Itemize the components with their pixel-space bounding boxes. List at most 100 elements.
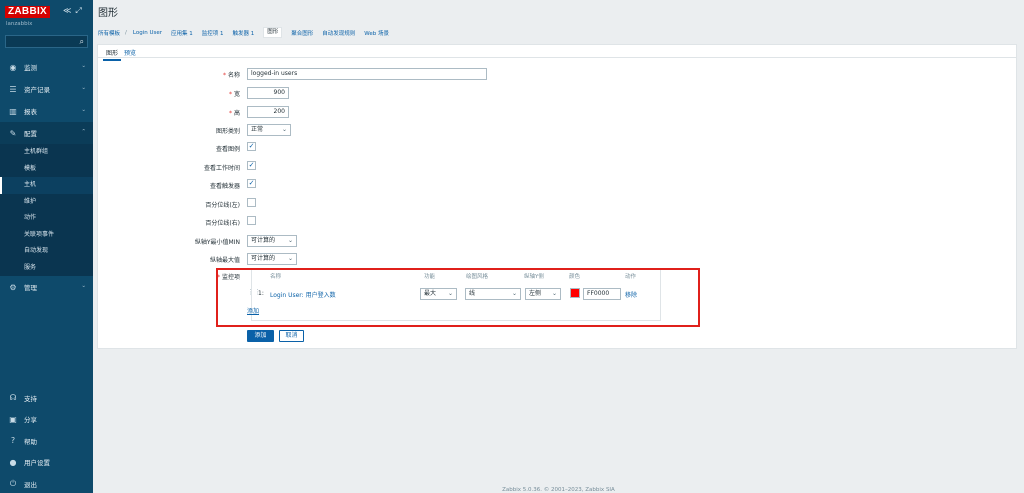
show-working-time-checkbox[interactable]: ✓ xyxy=(247,161,256,170)
cancel-button[interactable]: 取消 xyxy=(279,330,304,342)
menu-item-share[interactable]: ▣ 分享 xyxy=(0,409,93,431)
graph-type-select[interactable]: 正常 ⌄ xyxy=(247,124,291,136)
required-marker: * xyxy=(222,72,226,79)
menu-label: 配置 xyxy=(24,130,37,138)
y-max-value: 可计算的 xyxy=(251,255,276,262)
share-icon: ▣ xyxy=(9,414,17,424)
breadcrumb-graphs[interactable]: 图形 xyxy=(263,27,283,38)
graph-type-label: 图形类别 xyxy=(215,128,240,135)
menu-label: 监测 xyxy=(24,64,37,72)
menu-item-user-settings[interactable]: ● 用户设置 xyxy=(0,452,93,474)
percentile-right-label: 百分位线(右) xyxy=(205,220,240,227)
submenu-services[interactable]: 服务 xyxy=(0,260,93,277)
menu-item-configuration[interactable]: ✎ 配置 ⌃ xyxy=(0,122,93,144)
submenu-templates[interactable]: 模板 xyxy=(0,161,93,178)
breadcrumb-items[interactable]: 监控项 1 xyxy=(202,29,224,37)
show-legend-checkbox[interactable]: ✓ xyxy=(247,142,256,151)
breadcrumb-screens[interactable]: 聚合图形 xyxy=(291,29,313,37)
menu-label: 分享 xyxy=(24,416,37,425)
breadcrumb-applications[interactable]: 应用集 1 xyxy=(171,29,193,37)
percentile-left-label: 百分位线(左) xyxy=(205,202,240,209)
percentile-left-checkbox[interactable] xyxy=(247,198,256,207)
kiosk-mode-icon[interactable]: ⤢ xyxy=(75,6,81,16)
menu-label: 支持 xyxy=(24,394,37,403)
tab-graph[interactable]: 图形 xyxy=(103,46,122,61)
y-min-label: 纵轴Y最小值MIN xyxy=(194,239,240,246)
menu-label: 资产记录 xyxy=(24,86,50,94)
submenu-discovery[interactable]: 自动发现 xyxy=(0,243,93,260)
search-icon[interactable]: ⌕ xyxy=(80,37,84,47)
chart-icon: ▥ xyxy=(9,106,17,116)
submenu-event-correlation[interactable]: 关联项事件 xyxy=(0,227,93,244)
width-input[interactable]: 900 xyxy=(247,87,289,99)
bottom-menu: ☊ 支持 ▣ 分享 ? 帮助 ● 用户设置 ⏻ 退出 xyxy=(0,387,93,493)
form-tabs: 图形 预览 xyxy=(103,46,139,61)
show-working-time-label: 查看工作时间 xyxy=(203,165,240,172)
add-button[interactable]: 添加 xyxy=(247,330,274,342)
submenu-host-groups[interactable]: 主机群组 xyxy=(0,144,93,161)
chevron-down-icon: ⌄ xyxy=(81,63,86,69)
chevron-down-icon: ⌄ xyxy=(281,126,287,133)
sidebar-controls: ≪ ⤢ xyxy=(63,6,82,16)
help-icon: ? xyxy=(10,436,16,446)
submenu-hosts[interactable]: 主机 xyxy=(0,177,93,194)
main-menu: ◉ 监测 ⌄ ☰ 资产记录 ⌄ ▥ 报表 ⌄ ✎ 配置 ⌃ 主机群组 模板 主机… xyxy=(0,56,93,298)
breadcrumb-web-scenarios[interactable]: Web 场景 xyxy=(364,29,389,37)
eye-icon: ◉ xyxy=(9,62,17,72)
menu-label: 帮助 xyxy=(24,437,37,446)
menu-item-help[interactable]: ? 帮助 xyxy=(0,430,93,452)
gear-icon: ⚙ xyxy=(9,282,17,292)
chevron-down-icon: ⌄ xyxy=(287,237,293,244)
page-title: 图形 xyxy=(98,8,118,19)
menu-item-administration[interactable]: ⚙ 管理 ⌄ xyxy=(0,276,93,298)
sidebar-search-input[interactable]: ⌕ xyxy=(5,35,88,48)
chevron-down-icon: ⌄ xyxy=(81,85,86,91)
name-label: * 名称 xyxy=(222,72,240,79)
menu-item-reports[interactable]: ▥ 报表 ⌄ xyxy=(0,100,93,122)
headset-icon: ☊ xyxy=(9,393,17,403)
server-name: lanzabbix xyxy=(6,21,33,27)
breadcrumb-triggers[interactable]: 触发器 1 xyxy=(233,29,255,37)
menu-item-monitoring[interactable]: ◉ 监测 ⌄ xyxy=(0,56,93,78)
show-triggers-checkbox[interactable]: ✓ xyxy=(247,179,256,188)
footer: Zabbix 5.0.36. © 2001–2023, Zabbix SIA xyxy=(502,487,615,493)
breadcrumb: 所有模板 / Login User 应用集 1 监控项 1 触发器 1 图形 聚… xyxy=(98,27,398,38)
menu-label: 报表 xyxy=(24,108,37,116)
menu-item-support[interactable]: ☊ 支持 xyxy=(0,387,93,409)
show-triggers-label: 查看触发器 xyxy=(209,183,240,190)
chevron-up-icon: ⌃ xyxy=(81,129,86,135)
graph-type-value: 正常 xyxy=(251,126,264,133)
breadcrumb-all-templates[interactable]: 所有模板 xyxy=(98,29,120,37)
submenu-actions[interactable]: 动作 xyxy=(0,210,93,227)
collapse-sidebar-icon[interactable]: ≪ xyxy=(63,6,71,16)
menu-label: 退出 xyxy=(24,480,37,489)
height-input[interactable]: 200 xyxy=(247,106,289,118)
breadcrumb-template[interactable]: Login User xyxy=(133,30,162,36)
sidebar: ZABBIX ≪ ⤢ lanzabbix ⌕ ◉ 监测 ⌄ ☰ 资产记录 ⌄ ▥… xyxy=(0,0,93,493)
submenu-maintenance[interactable]: 维护 xyxy=(0,194,93,211)
y-max-label: 纵轴最大值 xyxy=(209,257,240,264)
tab-preview[interactable]: 预览 xyxy=(121,46,139,61)
y-min-select[interactable]: 可计算的 ⌄ xyxy=(247,235,297,247)
name-input[interactable]: logged-in users xyxy=(247,68,487,80)
wrench-icon: ✎ xyxy=(9,128,17,138)
power-icon: ⏻ xyxy=(9,478,17,488)
menu-label: 管理 xyxy=(24,284,37,292)
breadcrumb-discovery-rules[interactable]: 自动发现规则 xyxy=(322,29,355,37)
menu-item-inventory[interactable]: ☰ 资产记录 ⌄ xyxy=(0,78,93,100)
list-icon: ☰ xyxy=(9,84,17,94)
chevron-down-icon: ⌄ xyxy=(81,283,86,289)
main-content: 图形 所有模板 / Login User 应用集 1 监控项 1 触发器 1 图… xyxy=(93,0,1024,493)
menu-item-signout[interactable]: ⏻ 退出 xyxy=(0,473,93,493)
configuration-submenu: 主机群组 模板 主机 维护 动作 关联项事件 自动发现 服务 xyxy=(0,144,93,276)
tab-divider xyxy=(98,57,1016,58)
graph-form-panel: 图形 预览 * 名称 logged-in users * 宽 900 * 高 200 … xyxy=(97,44,1017,349)
y-max-select[interactable]: 可计算的 ⌄ xyxy=(247,253,297,265)
required-marker: * xyxy=(228,91,232,98)
show-legend-label: 查看图例 xyxy=(215,146,240,153)
zabbix-logo[interactable]: ZABBIX xyxy=(5,5,51,18)
percentile-right-checkbox[interactable] xyxy=(247,216,256,225)
logo-row: ZABBIX xyxy=(5,5,51,18)
menu-label: 用户设置 xyxy=(24,459,50,468)
breadcrumb-separator: / xyxy=(125,29,127,36)
